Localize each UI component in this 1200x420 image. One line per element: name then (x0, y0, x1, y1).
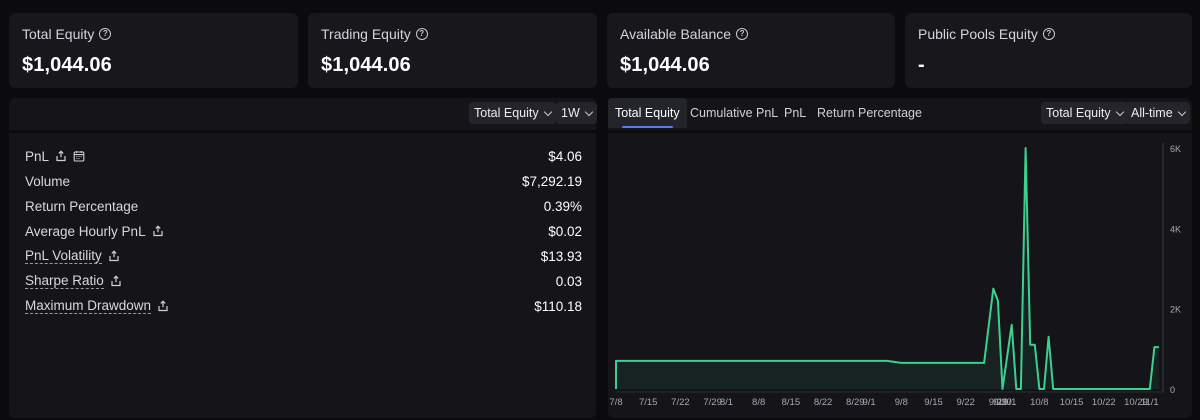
chart-panel-header: Total Equity Cumulative PnL PnL Return P… (608, 98, 1192, 130)
x-tick-label: 9/15 (924, 397, 943, 408)
chevron-down-icon (1115, 107, 1124, 116)
x-tick-label: 7/15 (639, 397, 658, 408)
chevron-down-icon (543, 107, 552, 116)
stat-row-maximum-drawdown: Maximum Drawdown $110.18 (25, 296, 582, 316)
card-value: $1,044.06 (620, 54, 710, 76)
card-trading-equity: Trading Equity ? $1,044.06 (308, 13, 597, 88)
card-label: Available Balance (620, 26, 732, 42)
x-tick-label: 10/15 (1060, 397, 1084, 408)
tab-label: Cumulative PnL (690, 106, 779, 120)
x-tick-label: 10/8 (1030, 397, 1049, 408)
stats-panel-header: Total Equity 1W (9, 98, 597, 130)
stat-row-pnl-volatility: PnL Volatility $13.93 (25, 246, 582, 266)
range-select[interactable]: All-time (1126, 102, 1190, 124)
chart-metric-select-label: Total Equity (1046, 106, 1111, 120)
stat-label: Volume (25, 173, 71, 189)
card-label: Total Equity (22, 26, 95, 42)
series-area (616, 148, 1159, 389)
stat-row-average-hourly-pnl: Average Hourly PnL $0.02 (25, 221, 582, 241)
stat-value: $110.18 (534, 298, 582, 314)
share-icon[interactable] (152, 225, 164, 237)
period-select[interactable]: 1W (556, 102, 597, 124)
stat-label: PnL (25, 148, 50, 164)
chart-panel: 0 2K 4K 6K 7/8 7/15 7/22 7/29 8/1 8/8 8/15 8/22 8/29… (608, 133, 1192, 418)
metric-select-label: Total Equity (474, 106, 539, 120)
x-tick-label: 7/22 (671, 397, 690, 408)
card-public-pools-equity: Public Pools Equity ? - (905, 13, 1192, 88)
period-select-label: 1W (561, 106, 580, 120)
x-tick-label: 8/22 (814, 397, 833, 408)
stat-row-sharpe-ratio: Sharpe Ratio 0.03 (25, 271, 582, 291)
stat-value: 0.03 (555, 273, 582, 289)
y-tick-label: 6K (1170, 144, 1181, 154)
tab-label: Total Equity (615, 106, 680, 120)
x-tick-label: 10/22 (1092, 397, 1116, 408)
help-icon[interactable]: ? (1042, 28, 1055, 40)
x-tick-label: 11/1 (1141, 397, 1159, 408)
share-icon[interactable] (110, 275, 122, 287)
help-icon[interactable]: ? (99, 28, 112, 40)
card-value: - (918, 54, 925, 76)
series-line (615, 147, 1159, 390)
x-tick-label: 8/1 (720, 397, 733, 408)
tab-pnl[interactable]: PnL (777, 98, 813, 128)
x-tick-label: 9/8 (895, 397, 908, 408)
x-tick-label: 7/8 (609, 397, 622, 408)
share-icon[interactable] (55, 150, 67, 162)
stat-value: $0.02 (548, 223, 582, 239)
tab-total-equity[interactable]: Total Equity (608, 98, 687, 128)
help-icon[interactable]: ? (415, 28, 428, 40)
chart-metric-select[interactable]: Total Equity (1041, 102, 1128, 124)
stat-row-pnl: PnL $4.06 (25, 146, 582, 166)
tab-return-percentage[interactable]: Return Percentage (810, 98, 929, 128)
stat-value: $4.06 (548, 148, 582, 164)
card-label: Public Pools Equity (918, 26, 1038, 42)
stat-label: Average Hourly PnL (25, 223, 146, 239)
card-total-equity: Total Equity ? $1,044.06 (9, 13, 298, 88)
calendar-icon[interactable] (73, 150, 85, 162)
card-label: Trading Equity (321, 26, 411, 42)
tab-label: Return Percentage (817, 106, 922, 120)
equity-chart[interactable]: 02K4K6K7/8 7/15 7/22 7/298/1 8/8 8/15 8/22 8/29… (608, 133, 1192, 418)
share-icon[interactable] (157, 300, 169, 312)
x-tick-label: 9/22 (956, 397, 975, 408)
stat-row-return-percentage: Return Percentage 0.39% (25, 196, 582, 216)
tab-label: PnL (784, 106, 807, 120)
dashboard: Total Equity ? $1,044.06 Trading Equity … (0, 0, 1200, 420)
tab-cumulative-pnl[interactable]: Cumulative PnL (683, 98, 785, 128)
chevron-down-icon (584, 107, 593, 116)
x-tick-label: 10/1 (998, 397, 1017, 408)
range-select-label: All-time (1131, 106, 1173, 120)
metric-select[interactable]: Total Equity (469, 102, 556, 124)
y-tick-label: 4K (1170, 224, 1181, 234)
card-available-balance: Available Balance ? $1,044.06 (607, 13, 895, 88)
stat-label: Return Percentage (25, 198, 139, 214)
stat-label[interactable]: Sharpe Ratio (25, 273, 104, 289)
chevron-down-icon (1177, 107, 1186, 116)
card-value: $1,044.06 (321, 54, 411, 76)
stat-label[interactable]: PnL Volatility (25, 248, 102, 264)
stat-value: 0.39% (543, 198, 582, 214)
stat-label[interactable]: Maximum Drawdown (25, 298, 152, 314)
y-tick-label: 0 (1170, 385, 1175, 395)
help-icon[interactable]: ? (736, 28, 749, 40)
x-tick-label: 8/15 (782, 397, 801, 408)
x-tick-label: 8/8 (752, 397, 765, 408)
y-tick-label: 2K (1170, 305, 1181, 315)
stat-value: $7,292.19 (521, 173, 582, 189)
share-icon[interactable] (108, 250, 120, 262)
stat-row-volume: Volume $7,292.19 (25, 171, 582, 191)
stat-value: $13.93 (540, 248, 582, 264)
x-tick-label: 9/1 (862, 397, 875, 408)
card-value: $1,044.06 (22, 54, 112, 76)
stats-panel: PnL $4.06 Volume $7,292.19 Return Percen… (9, 133, 596, 418)
